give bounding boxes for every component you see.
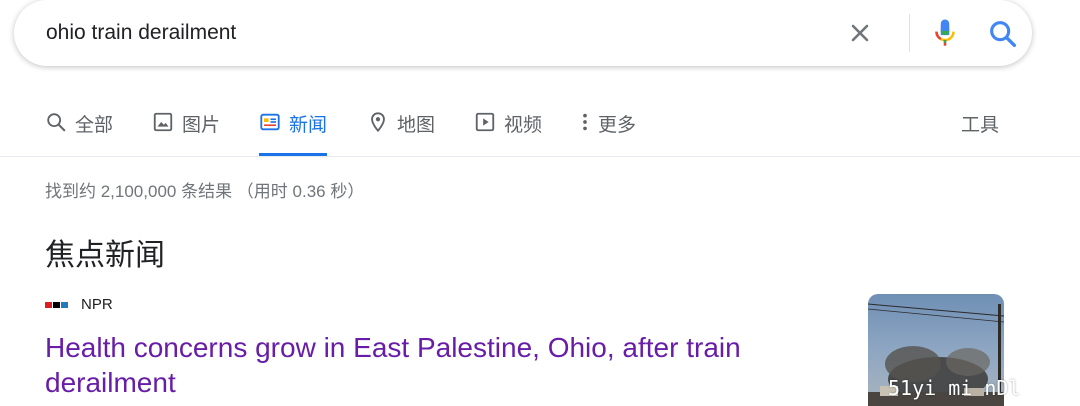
news-source-name: NPR (81, 296, 113, 313)
tab-news[interactable]: 新闻 (259, 110, 328, 156)
tab-videos[interactable]: 视频 (474, 110, 542, 156)
close-icon (851, 24, 869, 42)
map-pin-icon (371, 112, 385, 133)
search-tabs: 全部 图片 新闻 地图 视频 更多 工具 (0, 100, 1080, 156)
result-stats: 找到约 2,100,000 条结果 （用时 0.36 秒） (45, 182, 365, 201)
tab-images[interactable]: 图片 (152, 110, 220, 156)
news-source[interactable]: NPR (45, 296, 113, 313)
tab-more[interactable]: 更多 (578, 110, 636, 156)
tab-label: 更多 (598, 115, 637, 136)
tab-label: 地图 (397, 115, 436, 136)
search-input[interactable] (46, 18, 806, 48)
tools-button[interactable]: 工具 (961, 110, 999, 156)
tabs-divider (0, 156, 1080, 157)
news-icon (260, 113, 280, 131)
search-button[interactable] (986, 17, 1020, 51)
search-box (14, 0, 1032, 66)
tab-maps[interactable]: 地图 (367, 110, 435, 156)
tab-label: 图片 (182, 115, 221, 136)
more-vertical-icon (583, 113, 587, 131)
news-headline-link[interactable]: Health concerns grow in East Palestine, … (45, 330, 825, 400)
video-icon (475, 112, 495, 132)
tab-label: 新闻 (289, 115, 328, 136)
image-icon (153, 112, 173, 132)
search-icon (990, 21, 1017, 48)
npr-logo-icon (45, 301, 69, 308)
tab-label: 全部 (75, 115, 114, 136)
top-stories-heading: 焦点新闻 (45, 239, 165, 272)
microphone-icon (935, 19, 955, 46)
watermark-text: 51yi mi nDl (888, 376, 1021, 400)
tab-label: 视频 (504, 115, 543, 136)
searchbox-divider (909, 14, 910, 52)
tools-label: 工具 (961, 115, 1000, 136)
voice-search-button[interactable] (928, 16, 962, 50)
search-results-page: 全部 图片 新闻 地图 (0, 0, 1080, 406)
tab-all[interactable]: 全部 (45, 110, 113, 156)
clear-search-button[interactable] (846, 19, 874, 47)
search-icon (47, 113, 66, 132)
